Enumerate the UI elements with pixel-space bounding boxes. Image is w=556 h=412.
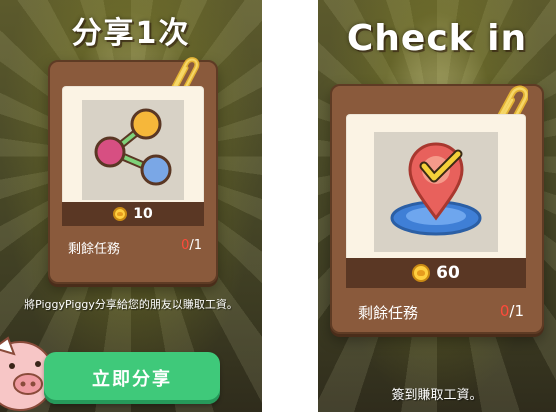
reward-amount: 60 <box>436 263 460 283</box>
page-title: Check in <box>346 18 528 59</box>
remaining-tasks: 剩餘任務 0/1 <box>358 302 524 323</box>
task-description: 將PiggyPiggy分享給您的朋友以賺取工資。 <box>24 298 238 311</box>
share-now-button[interactable]: 立即分享 <box>44 352 220 404</box>
remaining-label: 剩餘任務 <box>358 304 419 322</box>
task-description: 簽到賺取工資。 <box>391 388 483 403</box>
task-card: 10 剩餘任務 0/1 <box>48 57 218 284</box>
share-icon <box>82 100 184 200</box>
checkin-task-screen: Check in 60 剩餘任務 0/1 簽到賺取工資。 <box>318 0 556 412</box>
task-paper: 10 <box>62 86 204 226</box>
remaining-count: 0/1 <box>499 302 524 320</box>
remaining-tasks: 剩餘任務 0/1 <box>68 238 202 257</box>
location-check-icon <box>374 132 498 252</box>
reward-amount: 10 <box>133 206 153 222</box>
coin-icon <box>412 264 431 282</box>
remaining-label: 剩餘任務 <box>68 242 121 257</box>
page-title: 分享1次 <box>71 16 191 51</box>
coin-icon <box>113 207 128 221</box>
reward-bar: 10 <box>62 202 204 226</box>
reward-bar: 60 <box>346 258 526 288</box>
task-card: 60 剩餘任務 0/1 <box>330 84 544 334</box>
task-paper: 60 <box>346 114 526 288</box>
remaining-count: 0/1 <box>181 238 202 253</box>
share-task-screen: 分享1次 10 剩餘任務 0/1 將PiggyPiggy分享給您的朋友以賺取工資… <box>0 0 262 412</box>
